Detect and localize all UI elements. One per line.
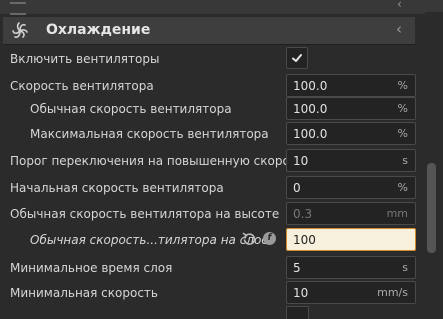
regular-fan-speed-input[interactable] bbox=[293, 101, 383, 117]
setting-row-regular-fan-speed-at-layer: Обычная скорость...тилятора на слое f bbox=[0, 228, 420, 254]
section-icon bbox=[10, 2, 26, 15]
unit-label: s bbox=[402, 261, 408, 274]
setting-label: Обычная скорость вентилятора на высоте bbox=[10, 207, 280, 221]
formula-icon[interactable]: f bbox=[263, 232, 276, 245]
setting-label: Скорость вентилятора bbox=[10, 79, 154, 93]
unit-label: % bbox=[397, 127, 408, 140]
min-layer-time-field[interactable]: s bbox=[286, 256, 416, 279]
regular-fan-speed-at-height-field[interactable]: mm bbox=[286, 202, 416, 225]
previous-section-header[interactable]: ‹ bbox=[0, 0, 443, 15]
max-speed-threshold-field[interactable]: s bbox=[286, 149, 416, 172]
next-checkbox[interactable] bbox=[286, 306, 309, 319]
regular-fan-speed-at-height-input[interactable] bbox=[293, 206, 383, 222]
fan-speed-input[interactable] bbox=[293, 78, 383, 94]
setting-row-enable-fans: Включить вентиляторы bbox=[0, 47, 420, 73]
unit-label: % bbox=[397, 79, 408, 92]
enable-fans-checkbox[interactable] bbox=[286, 47, 308, 69]
setting-label: Начальная скорость вентилятора bbox=[10, 181, 224, 195]
setting-row-regular-fan-speed-at-height: Обычная скорость вентилятора на высоте m… bbox=[0, 202, 420, 228]
setting-label: Порог переключения на повышенную скорост… bbox=[10, 154, 311, 168]
unit-label: mm/s bbox=[377, 286, 408, 299]
max-fan-speed-field[interactable]: % bbox=[286, 122, 416, 145]
regular-fan-speed-at-layer-input[interactable] bbox=[293, 232, 383, 248]
setting-row-min-layer-time: Минимальное время слоя s bbox=[0, 256, 420, 282]
setting-label: Максимальная скорость вентилятора bbox=[30, 127, 269, 141]
setting-label: Обычная скорость...тилятора на слое bbox=[30, 233, 269, 247]
setting-label: Минимальная скорость bbox=[10, 286, 158, 300]
max-speed-threshold-input[interactable] bbox=[293, 153, 383, 169]
unit-label: s bbox=[402, 154, 408, 167]
collapse-chevron-icon[interactable]: ‹ bbox=[396, 20, 402, 38]
setting-row-initial-fan-speed: Начальная скорость вентилятора % bbox=[0, 176, 420, 202]
reset-icon[interactable] bbox=[242, 232, 256, 246]
regular-fan-speed-field[interactable]: % bbox=[286, 97, 416, 120]
initial-fan-speed-input[interactable] bbox=[293, 180, 383, 196]
setting-row-min-speed: Минимальная скорость mm/s bbox=[0, 281, 420, 307]
fan-speed-field[interactable]: % bbox=[286, 74, 416, 97]
section-title: Охлаждение bbox=[46, 22, 151, 38]
cooling-section-header[interactable]: Охлаждение ‹ bbox=[3, 17, 415, 45]
regular-fan-speed-at-layer-field[interactable] bbox=[286, 228, 416, 251]
fan-icon bbox=[12, 22, 28, 38]
setting-label: Минимальное время слоя bbox=[10, 261, 173, 275]
setting-label: Включить вентиляторы bbox=[10, 52, 160, 66]
unit-label: % bbox=[397, 102, 408, 115]
chevron-icon: ‹ bbox=[397, 0, 402, 11]
scrollbar-thumb[interactable] bbox=[427, 163, 436, 253]
checkmark-icon bbox=[292, 54, 302, 62]
setting-label: Обычная скорость вентилятора bbox=[30, 102, 232, 116]
setting-row-max-speed-threshold: Порог переключения на повышенную скорост… bbox=[0, 149, 420, 175]
unit-label: mm bbox=[386, 207, 408, 220]
min-layer-time-input[interactable] bbox=[293, 260, 383, 276]
max-fan-speed-input[interactable] bbox=[293, 126, 383, 142]
min-speed-input[interactable] bbox=[293, 285, 383, 301]
min-speed-field[interactable]: mm/s bbox=[286, 281, 416, 304]
initial-fan-speed-field[interactable]: % bbox=[286, 176, 416, 199]
unit-label: % bbox=[397, 181, 408, 194]
setting-row-regular-fan-speed: Обычная скорость вентилятора % bbox=[0, 97, 420, 123]
setting-row-max-fan-speed: Максимальная скорость вентилятора % bbox=[0, 122, 420, 148]
